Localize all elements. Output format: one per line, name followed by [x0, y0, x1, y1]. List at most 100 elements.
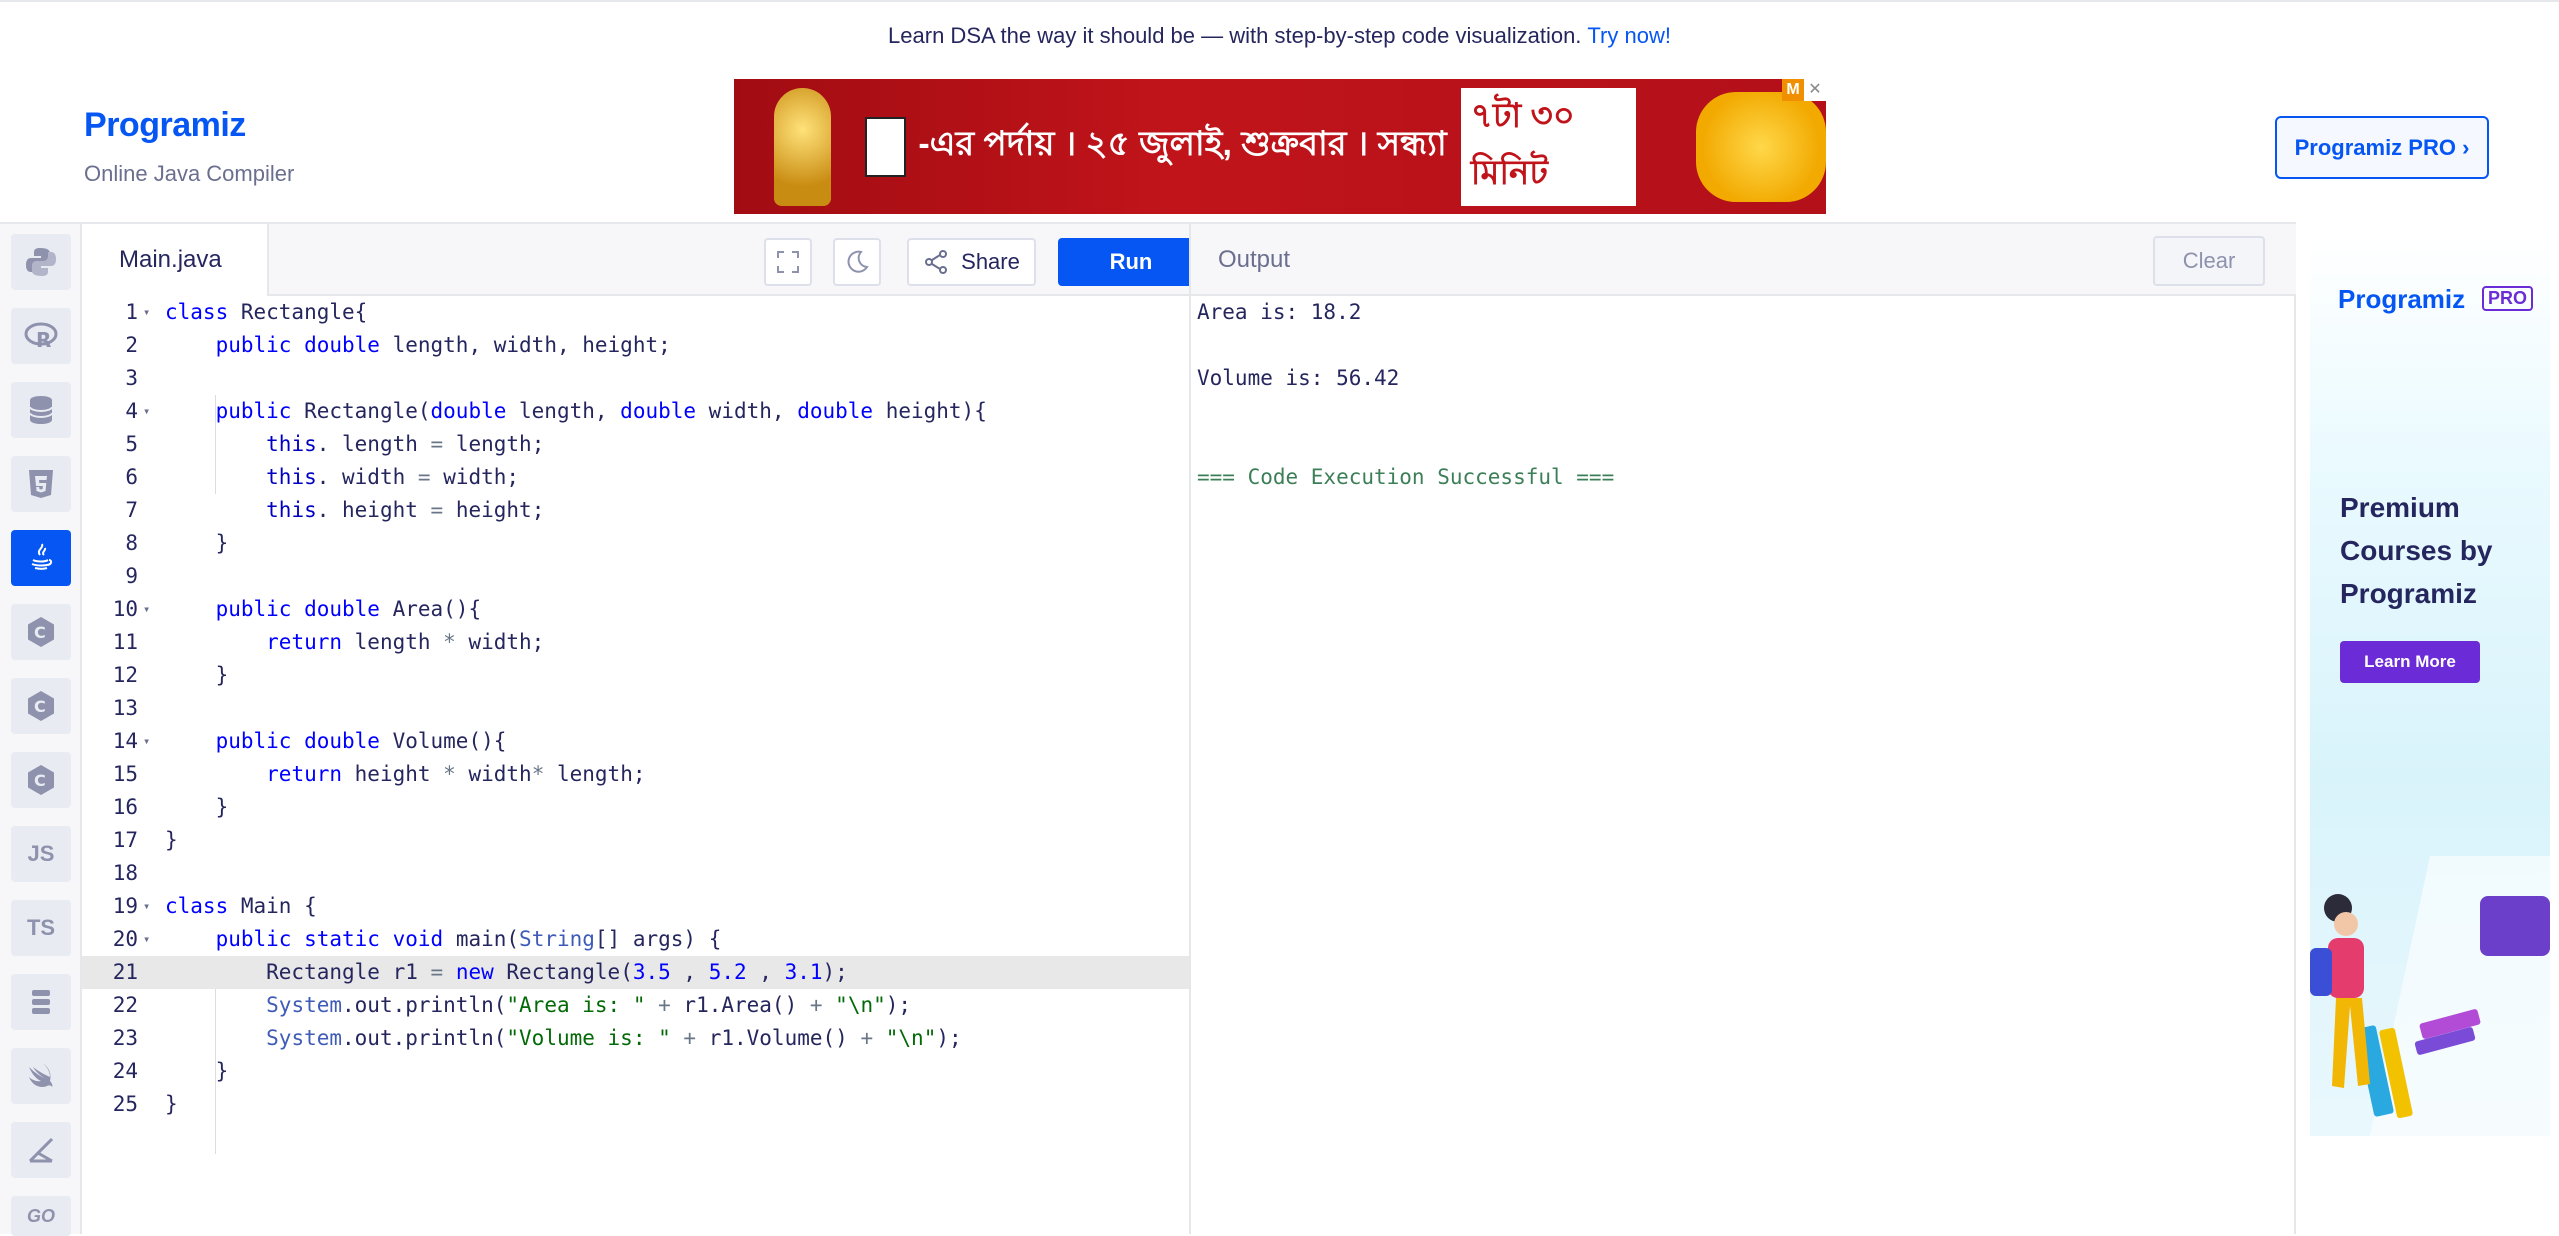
advertisement-banner[interactable]: -এর পর্দায় । ২৫ জুলাই, শুক্রবার । সন্ধ্… — [734, 79, 1826, 214]
dark-mode-button[interactable] — [833, 238, 881, 286]
line-number: 13 — [112, 696, 138, 720]
line-number: 25 — [112, 1092, 138, 1116]
ad-brand-logo-icon — [1695, 91, 1826, 202]
kotlin-icon[interactable] — [11, 1122, 71, 1178]
code-line[interactable]: 24 } — [82, 1055, 1189, 1088]
code-line[interactable]: 4 ▾ public Rectangle(double length, doubl… — [82, 395, 1189, 428]
r-lang-icon[interactable]: R — [11, 308, 71, 364]
svg-text:R: R — [36, 328, 51, 352]
student-illustration-icon — [2310, 856, 2550, 1136]
svg-text:C: C — [34, 697, 46, 716]
svg-text:C: C — [34, 623, 46, 642]
code-line[interactable]: 7 this. height = height; — [82, 494, 1189, 527]
code-line[interactable]: 21 Rectangle r1 = new Rectangle(3.5 , 5.… — [82, 956, 1189, 989]
line-number: 4 — [125, 399, 138, 423]
line-number: 17 — [112, 828, 138, 852]
code-editor[interactable]: 1 ▾ class Rectangle{2 public double length… — [82, 296, 1189, 1234]
learn-more-button[interactable]: Learn More — [2340, 641, 2480, 683]
fold-toggle-icon[interactable]: ▾ — [143, 296, 150, 329]
code-line[interactable]: 15 return height * width* length; — [82, 758, 1189, 791]
code-line[interactable]: 13 — [82, 692, 1189, 725]
side-ad-logo-text: rogramiz — [2355, 284, 2466, 314]
ad-controls: M ✕ — [1782, 79, 1826, 101]
logo-text: rogramiz — [106, 106, 246, 144]
side-ad-logo: Programiz — [2338, 284, 2465, 315]
code-line[interactable]: 8 } — [82, 527, 1189, 560]
swift-icon[interactable] — [11, 1048, 71, 1104]
code-line[interactable]: 12 } — [82, 659, 1189, 692]
html5-icon[interactable] — [11, 456, 71, 512]
page-subtitle: Online Java Compiler — [84, 161, 295, 186]
fold-toggle-icon[interactable]: ▾ — [143, 395, 150, 428]
file-tab-main-java[interactable]: Main.java — [82, 224, 269, 296]
sql-icon[interactable] — [11, 382, 71, 438]
csharp-icon[interactable]: C — [11, 752, 71, 808]
code-line[interactable]: 9 — [82, 560, 1189, 593]
code-text: } — [165, 1059, 229, 1083]
code-text: } — [165, 795, 229, 819]
side-ad-headline: Premium Courses by Programiz — [2340, 492, 2493, 609]
line-number: 22 — [112, 993, 138, 1017]
python-icon[interactable] — [11, 234, 71, 290]
code-text: } — [165, 531, 229, 555]
code-line[interactable]: 11 return length * width; — [82, 626, 1189, 659]
code-line[interactable]: 22 System.out.println("Area is: " + r1.A… — [82, 989, 1189, 1022]
code-line[interactable]: 10 ▾ public double Area(){ — [82, 593, 1189, 626]
code-line[interactable]: 5 this. length = length; — [82, 428, 1189, 461]
code-text: } — [165, 1092, 178, 1116]
code-line[interactable]: 23 System.out.println("Volume is: " + r1… — [82, 1022, 1189, 1055]
fold-toggle-icon[interactable]: ▾ — [143, 923, 150, 956]
code-text: public Rectangle(double length, double w… — [215, 399, 987, 423]
code-text: return length * width; — [266, 630, 545, 654]
cpp-icon[interactable]: C — [11, 678, 71, 734]
line-number: 12 — [112, 663, 138, 687]
fold-toggle-icon[interactable]: ▾ — [143, 890, 150, 923]
line-number: 6 — [125, 465, 138, 489]
rust-icon[interactable] — [11, 974, 71, 1030]
line-number: 24 — [112, 1059, 138, 1083]
java-icon[interactable] — [11, 530, 71, 586]
javascript-icon[interactable]: JS — [11, 826, 71, 882]
try-now-link[interactable]: Try now! — [1587, 23, 1671, 49]
share-button[interactable]: Share — [907, 238, 1036, 286]
run-button[interactable]: Run — [1058, 238, 1204, 286]
code-line[interactable]: 3 — [82, 362, 1189, 395]
c-lang-icon[interactable]: C — [11, 604, 71, 660]
output-console: Area is: 18.2 Volume is: 56.42 === Code Ex… — [1189, 296, 2296, 1234]
ad-choices-icon[interactable]: M — [1782, 79, 1804, 101]
go-icon[interactable]: GO — [11, 1196, 71, 1236]
output-line: Area is: 18.2 — [1197, 300, 1362, 324]
code-text: return height * width* length; — [266, 762, 646, 786]
editor-toolbar: Main.java Share Run — [82, 222, 1204, 296]
fold-toggle-icon[interactable]: ▾ — [143, 593, 150, 626]
code-line[interactable]: 14 ▾ public double Volume(){ — [82, 725, 1189, 758]
code-line[interactable]: 25} — [82, 1088, 1189, 1121]
code-line[interactable]: 18 — [82, 857, 1189, 890]
trophy-icon — [774, 87, 831, 206]
programiz-logo[interactable]: Programiz — [84, 106, 246, 145]
line-number: 5 — [125, 432, 138, 456]
code-line[interactable]: 19 ▾ class Main { — [82, 890, 1189, 923]
fullscreen-button[interactable] — [764, 238, 812, 286]
side-advertisement[interactable]: Programiz PRO Premium Courses by Program… — [2310, 236, 2550, 1136]
line-number: 7 — [125, 498, 138, 522]
code-line[interactable]: 16 } — [82, 791, 1189, 824]
typescript-icon[interactable]: TS — [11, 900, 71, 956]
fold-toggle-icon[interactable]: ▾ — [143, 725, 150, 758]
ad-time: ৭টা ৩০ মিনিট — [1460, 87, 1636, 206]
clear-button[interactable]: Clear — [2153, 236, 2265, 286]
output-line: Volume is: 56.42 — [1197, 366, 1400, 390]
code-line[interactable]: 6 this. width = width; — [82, 461, 1189, 494]
line-number: 9 — [125, 564, 138, 588]
code-text: public double Volume(){ — [215, 729, 507, 753]
code-text: public double Area(){ — [215, 597, 482, 621]
programiz-pro-button[interactable]: Programiz PRO › — [2275, 116, 2489, 179]
ad-close-icon[interactable]: ✕ — [1804, 79, 1826, 101]
language-sidebar: R C C C JS TS GO — [0, 222, 82, 1236]
code-line[interactable]: 2 public double length, width, height; — [82, 329, 1189, 362]
code-line[interactable]: 20 ▾ public static void main(String[] arg… — [82, 923, 1189, 956]
code-line[interactable]: 1 ▾ class Rectangle{ — [82, 296, 1189, 329]
code-line[interactable]: 17} — [82, 824, 1189, 857]
code-text: class Rectangle{ — [165, 300, 368, 324]
line-number: 19 — [112, 894, 138, 918]
